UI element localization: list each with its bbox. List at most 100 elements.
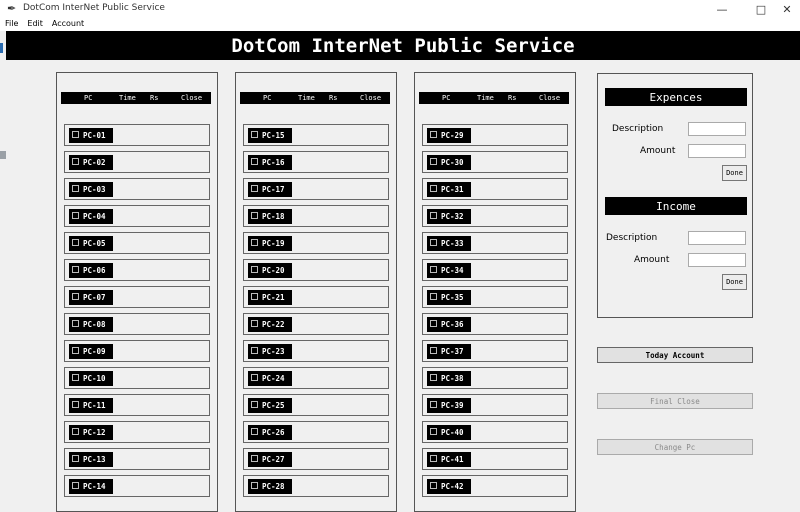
pc-checkbox[interactable]	[430, 374, 437, 381]
income-done-button[interactable]: Done	[722, 274, 747, 290]
pc-toggle[interactable]: PC-13	[69, 452, 113, 467]
pc-checkbox[interactable]	[430, 266, 437, 273]
pc-checkbox[interactable]	[251, 131, 258, 138]
expenses-description-input[interactable]	[688, 122, 746, 136]
pc-checkbox[interactable]	[72, 266, 79, 273]
expenses-done-button[interactable]: Done	[722, 165, 747, 181]
pc-toggle[interactable]: PC-18	[248, 209, 292, 224]
pc-toggle[interactable]: PC-24	[248, 371, 292, 386]
change-pc-button[interactable]: Change Pc	[597, 439, 753, 455]
today-account-button[interactable]: Today Account	[597, 347, 753, 363]
pc-toggle[interactable]: PC-06	[69, 263, 113, 278]
income-description-input[interactable]	[688, 231, 746, 245]
pc-toggle[interactable]: PC-22	[248, 317, 292, 332]
pc-checkbox[interactable]	[430, 428, 437, 435]
pc-checkbox[interactable]	[251, 347, 258, 354]
pc-toggle[interactable]: PC-37	[427, 344, 471, 359]
pc-checkbox[interactable]	[72, 293, 79, 300]
pc-checkbox[interactable]	[251, 320, 258, 327]
pc-toggle[interactable]: PC-15	[248, 128, 292, 143]
pc-checkbox[interactable]	[72, 239, 79, 246]
pc-checkbox[interactable]	[430, 239, 437, 246]
pc-toggle[interactable]: PC-03	[69, 182, 113, 197]
pc-toggle[interactable]: PC-25	[248, 398, 292, 413]
pc-checkbox[interactable]	[430, 212, 437, 219]
pc-checkbox[interactable]	[72, 455, 79, 462]
pc-toggle[interactable]: PC-42	[427, 479, 471, 494]
final-close-button[interactable]: Final Close	[597, 393, 753, 409]
pc-toggle[interactable]: PC-07	[69, 290, 113, 305]
pc-checkbox[interactable]	[430, 131, 437, 138]
pc-checkbox[interactable]	[251, 185, 258, 192]
pc-toggle[interactable]: PC-08	[69, 317, 113, 332]
pc-checkbox[interactable]	[430, 320, 437, 327]
pc-toggle[interactable]: PC-30	[427, 155, 471, 170]
pc-checkbox[interactable]	[72, 158, 79, 165]
pc-toggle[interactable]: PC-17	[248, 182, 292, 197]
pc-toggle[interactable]: PC-14	[69, 479, 113, 494]
menu-edit[interactable]: Edit	[22, 18, 47, 31]
pc-checkbox[interactable]	[251, 455, 258, 462]
pc-checkbox[interactable]	[430, 401, 437, 408]
pc-checkbox[interactable]	[72, 374, 79, 381]
pc-toggle[interactable]: PC-39	[427, 398, 471, 413]
pc-toggle[interactable]: PC-27	[248, 452, 292, 467]
pc-checkbox[interactable]	[72, 401, 79, 408]
pc-toggle[interactable]: PC-28	[248, 479, 292, 494]
pc-checkbox[interactable]	[72, 320, 79, 327]
menu-account[interactable]: Account	[47, 18, 88, 31]
pc-toggle[interactable]: PC-01	[69, 128, 113, 143]
pc-toggle[interactable]: PC-33	[427, 236, 471, 251]
pc-checkbox[interactable]	[430, 347, 437, 354]
pc-checkbox[interactable]	[72, 482, 79, 489]
pc-toggle[interactable]: PC-10	[69, 371, 113, 386]
pc-checkbox[interactable]	[430, 455, 437, 462]
pc-checkbox[interactable]	[430, 293, 437, 300]
expenses-amount-input[interactable]	[688, 144, 746, 158]
header-close: Close	[181, 94, 203, 102]
pc-toggle[interactable]: PC-05	[69, 236, 113, 251]
pc-checkbox[interactable]	[251, 428, 258, 435]
pc-toggle[interactable]: PC-29	[427, 128, 471, 143]
pc-checkbox[interactable]	[251, 374, 258, 381]
pc-toggle[interactable]: PC-11	[69, 398, 113, 413]
pc-checkbox[interactable]	[251, 239, 258, 246]
pc-checkbox[interactable]	[251, 401, 258, 408]
pc-toggle[interactable]: PC-32	[427, 209, 471, 224]
pc-checkbox[interactable]	[72, 212, 79, 219]
pc-toggle[interactable]: PC-23	[248, 344, 292, 359]
pc-toggle[interactable]: PC-02	[69, 155, 113, 170]
pc-toggle[interactable]: PC-34	[427, 263, 471, 278]
minimize-button[interactable]: —	[706, 0, 738, 18]
pc-toggle[interactable]: PC-26	[248, 425, 292, 440]
close-window-button[interactable]: ✕	[771, 0, 800, 18]
pc-toggle[interactable]: PC-12	[69, 425, 113, 440]
pc-checkbox[interactable]	[430, 185, 437, 192]
income-amount-input[interactable]	[688, 253, 746, 267]
pc-toggle[interactable]: PC-09	[69, 344, 113, 359]
pc-toggle[interactable]: PC-21	[248, 290, 292, 305]
pc-toggle[interactable]: PC-19	[248, 236, 292, 251]
pc-toggle[interactable]: PC-35	[427, 290, 471, 305]
pc-checkbox[interactable]	[251, 482, 258, 489]
pc-checkbox[interactable]	[430, 158, 437, 165]
menu-file[interactable]: File	[0, 18, 22, 31]
pc-toggle[interactable]: PC-16	[248, 155, 292, 170]
pc-checkbox[interactable]	[430, 482, 437, 489]
pc-checkbox[interactable]	[251, 266, 258, 273]
pc-toggle[interactable]: PC-04	[69, 209, 113, 224]
pc-toggle[interactable]: PC-41	[427, 452, 471, 467]
pc-checkbox[interactable]	[72, 428, 79, 435]
pc-checkbox[interactable]	[251, 158, 258, 165]
pc-toggle[interactable]: PC-40	[427, 425, 471, 440]
pc-toggle[interactable]: PC-38	[427, 371, 471, 386]
income-title: Income	[656, 199, 696, 213]
pc-checkbox[interactable]	[251, 212, 258, 219]
pc-checkbox[interactable]	[251, 293, 258, 300]
pc-toggle[interactable]: PC-31	[427, 182, 471, 197]
pc-toggle[interactable]: PC-20	[248, 263, 292, 278]
pc-toggle[interactable]: PC-36	[427, 317, 471, 332]
pc-checkbox[interactable]	[72, 185, 79, 192]
pc-checkbox[interactable]	[72, 131, 79, 138]
pc-checkbox[interactable]	[72, 347, 79, 354]
